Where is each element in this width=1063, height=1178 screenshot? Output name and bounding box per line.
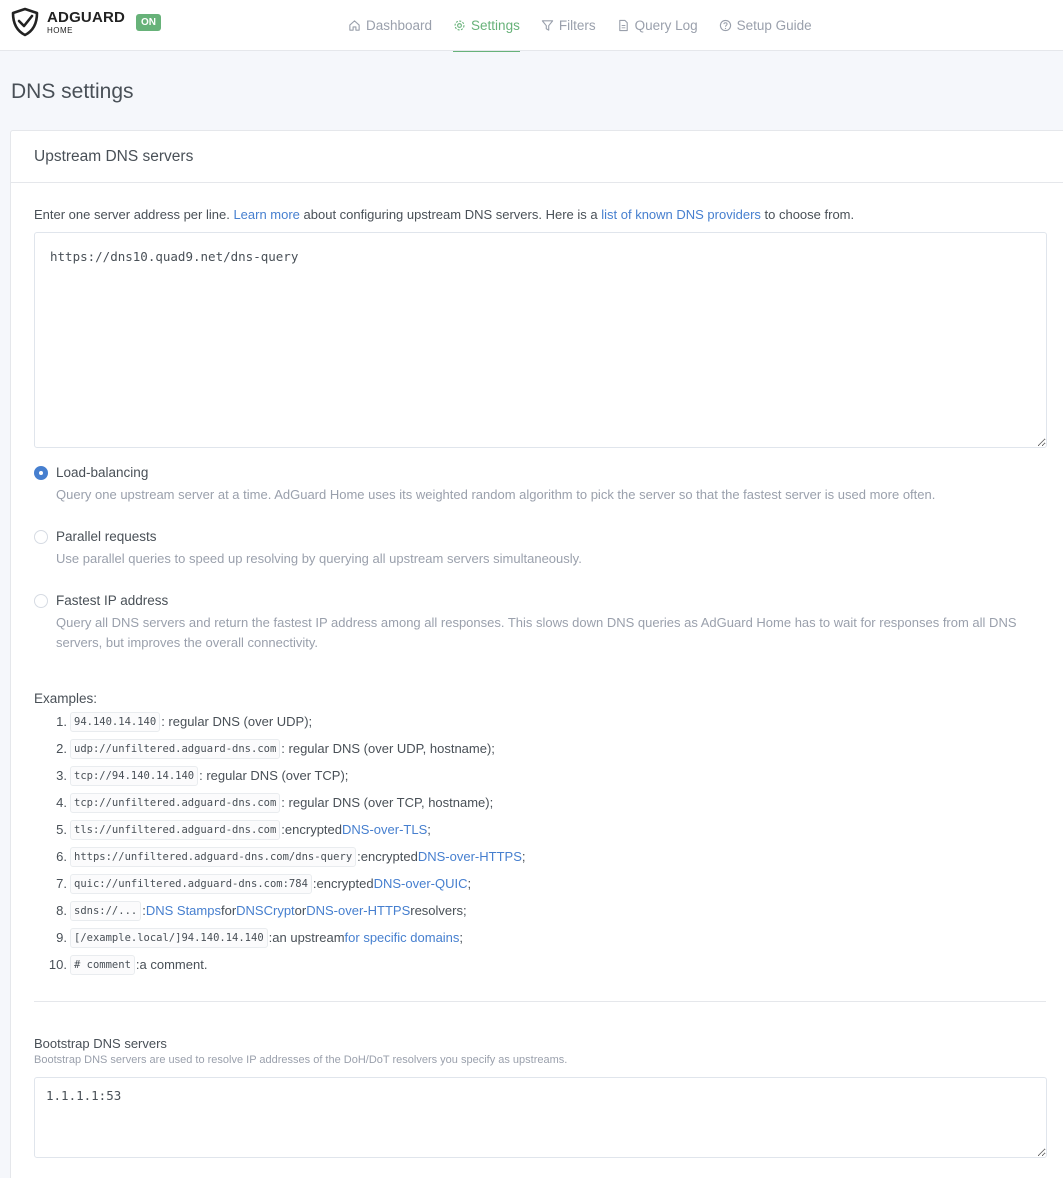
examples-list: 1. 94.140.14.140: regular DNS (over UDP);… — [34, 708, 526, 978]
upstream-dns-card: Upstream DNS servers Enter one server ad… — [10, 130, 1063, 1178]
bootstrap-description: Bootstrap DNS servers are used to resolv… — [34, 1054, 568, 1066]
main-nav: Dashboard Settings Filters Query Log Set… — [348, 0, 833, 52]
list-item: 10. # comment:a comment. — [34, 951, 526, 978]
list-item: 4. tcp://unfiltered.adguard-dns.com: regu… — [34, 789, 526, 816]
upstream-dns-textarea[interactable]: https://dns10.quad9.net/dns-query — [34, 232, 1047, 448]
nav-dashboard[interactable]: Dashboard — [348, 0, 432, 51]
bootstrap-dns-textarea[interactable]: 1.1.1.1:53 — [34, 1077, 1047, 1158]
radio-description: Query all DNS servers and return the fas… — [56, 615, 1017, 650]
nav-filters[interactable]: Filters — [541, 0, 596, 51]
list-item: 2. udp://unfiltered.adguard-dns.com: regu… — [34, 735, 526, 762]
radio-label: Fastest IP address — [56, 593, 169, 608]
learn-more-link[interactable]: Learn more — [233, 207, 299, 222]
page-title: DNS settings — [11, 80, 134, 103]
status-badge: ON — [136, 14, 161, 31]
dns-over-quic-link[interactable]: DNS-over-QUIC — [374, 876, 468, 891]
load-balancing-radio[interactable] — [34, 466, 48, 480]
dns-over-https-resolvers-link[interactable]: DNS-over-HTTPS — [306, 903, 410, 918]
home-icon — [349, 20, 360, 31]
nav-setup-guide[interactable]: Setup Guide — [719, 0, 812, 51]
list-item: 8. sdns://...: DNS Stamps for DNSCrypt or … — [34, 897, 526, 924]
mode-fastest-ip: Fastest IP address Query all DNS servers… — [34, 593, 1046, 653]
specific-domains-link[interactable]: for specific domains — [345, 930, 460, 945]
shield-check-icon — [11, 7, 39, 37]
radio-label: Parallel requests — [56, 529, 157, 544]
document-icon — [618, 19, 628, 32]
list-item: 7. quic://unfiltered.adguard-dns.com:784:… — [34, 870, 526, 897]
dns-over-tls-link[interactable]: DNS-over-TLS — [342, 822, 427, 837]
parallel-requests-radio[interactable] — [34, 530, 48, 544]
gear-icon — [454, 20, 465, 31]
dnscrypt-link[interactable]: DNSCrypt — [236, 903, 295, 918]
dns-stamps-link[interactable]: DNS Stamps — [146, 903, 221, 918]
fastest-ip-radio[interactable] — [34, 594, 48, 608]
section-divider — [34, 1001, 1046, 1002]
mode-load-balancing: Load-balancing Query one upstream server… — [34, 465, 1046, 505]
help-circle-icon — [719, 19, 731, 32]
upstream-intro-text: Enter one server address per line. Learn… — [34, 207, 855, 222]
card-title: Upstream DNS servers — [11, 131, 1063, 183]
list-item: 3. tcp://94.140.14.140: regular DNS (over… — [34, 762, 526, 789]
list-item: 9. [/example.local/]94.140.14.140:an upst… — [34, 924, 526, 951]
radio-description: Query one upstream server at a time. AdG… — [56, 487, 936, 502]
mode-parallel-requests: Parallel requests Use parallel queries t… — [34, 529, 1046, 569]
top-header: ADGUARD HOME ON Dashboard Settings Filte… — [0, 0, 1063, 52]
logo-title: ADGUARD — [47, 8, 126, 26]
dns-over-https-link[interactable]: DNS-over-HTTPS — [418, 849, 522, 864]
nav-settings[interactable]: Settings — [453, 0, 520, 52]
logo-subtitle: HOME — [47, 25, 73, 35]
list-item: 6. https://unfiltered.adguard-dns.com/dns… — [34, 843, 526, 870]
radio-description: Use parallel queries to speed up resolvi… — [56, 551, 582, 566]
examples-title: Examples: — [34, 691, 98, 706]
adguard-logo[interactable]: ADGUARD HOME — [10, 7, 125, 37]
list-item: 5. tls://unfiltered.adguard-dns.com:encry… — [34, 816, 526, 843]
radio-label: Load-balancing — [56, 465, 149, 480]
nav-query-log[interactable]: Query Log — [617, 0, 698, 51]
list-item: 1. 94.140.14.140: regular DNS (over UDP); — [34, 708, 526, 735]
bootstrap-title: Bootstrap DNS servers — [34, 1036, 167, 1051]
dns-providers-link[interactable]: list of known DNS providers — [601, 207, 761, 222]
filter-icon — [541, 20, 553, 31]
